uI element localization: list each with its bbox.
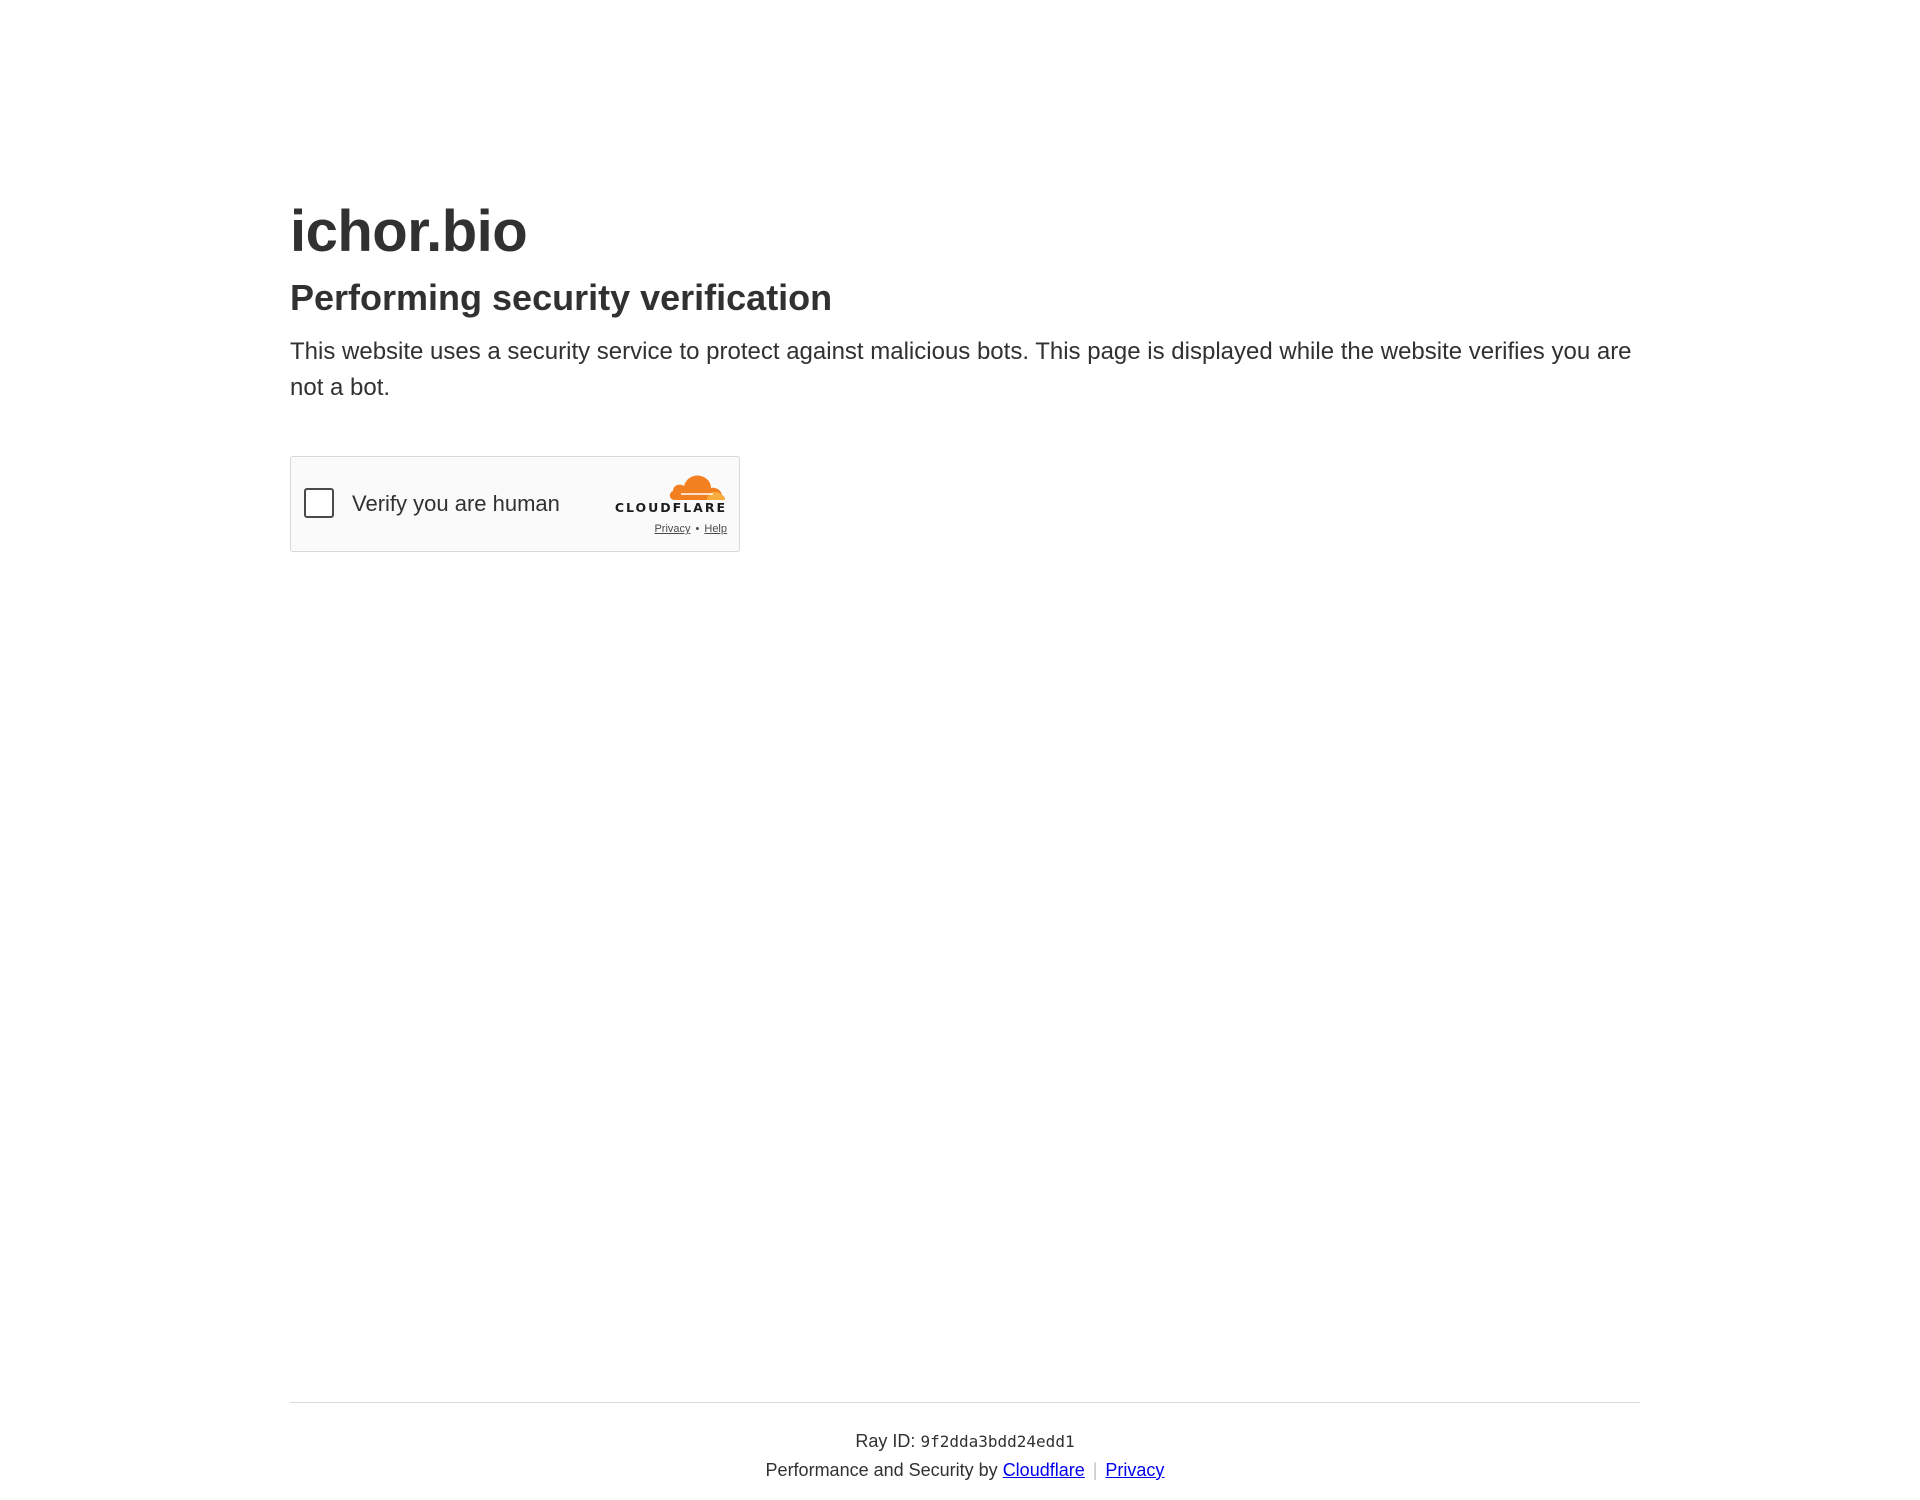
ray-id-value: 9f2dda3bdd24edd1: [920, 1432, 1075, 1451]
verify-checkbox[interactable]: [304, 488, 334, 518]
page-description: This website uses a security service to …: [290, 338, 1632, 401]
turnstile-widget: Verify you are human CLOUDFLARE Privacy •…: [290, 456, 740, 552]
performance-line: Performance and Security by Cloudflare | P…: [290, 1458, 1640, 1482]
ray-id-label: Ray ID:: [855, 1431, 916, 1451]
link-separator-dot: •: [695, 523, 700, 535]
footer-separator: |: [1092, 1460, 1098, 1480]
main-content: ichor.bio Performing security verificati…: [290, 196, 1640, 552]
site-name: ichor.bio: [290, 199, 528, 264]
widget-links: Privacy • Help: [654, 523, 727, 535]
ray-id: Ray ID: 9f2dda3bdd24edd1: [290, 1429, 1640, 1454]
footer-privacy-link[interactable]: Privacy: [1105, 1460, 1164, 1480]
cloudflare-link[interactable]: Cloudflare: [1003, 1460, 1085, 1480]
widget-help-link[interactable]: Help: [704, 523, 727, 535]
footer: Ray ID: 9f2dda3bdd24edd1 Performance and…: [290, 1402, 1640, 1482]
page-heading: Performing security verification: [290, 277, 833, 318]
verify-checkbox-label[interactable]: Verify you are human: [352, 490, 560, 518]
widget-privacy-link[interactable]: Privacy: [654, 523, 690, 535]
verification-page: ichor.bio Performing security verificati…: [0, 0, 1920, 1500]
cloudflare-branding: CLOUDFLARE Privacy • Help: [597, 471, 727, 541]
cloudflare-cloud-icon: [669, 475, 725, 500]
performance-text: Performance and Security by: [765, 1460, 998, 1480]
cloudflare-wordmark: CLOUDFLARE: [614, 500, 727, 515]
